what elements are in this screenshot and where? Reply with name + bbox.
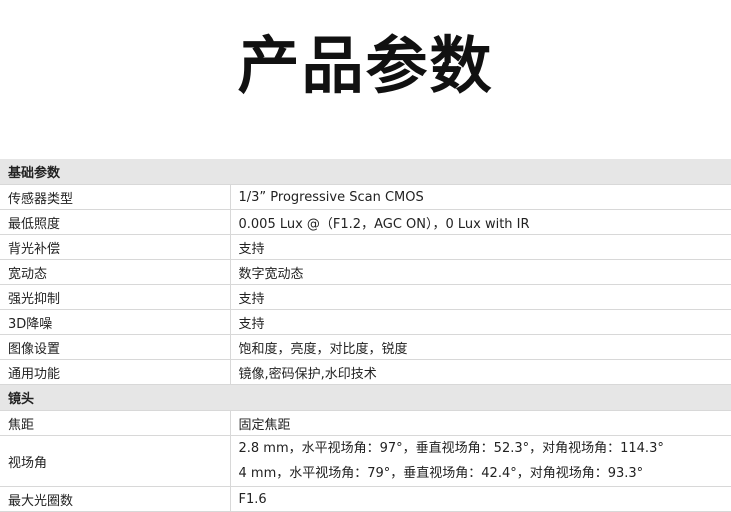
row-label: 焦距	[0, 411, 230, 436]
row-value: 支持	[230, 310, 731, 335]
fov-line-2-8mm: 2.8 mm，水平视场角：97°，垂直视场角：52.3°，对角视场角：114.3…	[239, 436, 731, 461]
row-label: 图像设置	[0, 335, 230, 360]
table-row: 宽动态 数字宽动态	[0, 260, 731, 285]
row-value: 镜像,密码保护,水印技术	[230, 360, 731, 385]
table-row: 焦距 固定焦距	[0, 411, 731, 436]
row-value: 数字宽动态	[230, 260, 731, 285]
row-value: 饱和度，亮度，对比度，锐度	[230, 335, 731, 360]
fov-line-4mm: 4 mm，水平视场角：79°，垂直视场角：42.4°，对角视场角：93.3°	[239, 461, 731, 486]
table-row: 强光抑制 支持	[0, 285, 731, 310]
row-value: 固定焦距	[230, 411, 731, 436]
section-title: 基础参数	[0, 159, 731, 185]
section-header-basic: 基础参数	[0, 159, 731, 185]
table-row: 最大光圈数 F1.6	[0, 487, 731, 512]
row-label: 视场角	[0, 436, 230, 487]
table-row: 背光补偿 支持	[0, 235, 731, 260]
row-label: 3D降噪	[0, 310, 230, 335]
row-label: 最大光圈数	[0, 487, 230, 512]
row-label: 通用功能	[0, 360, 230, 385]
table-row: 传感器类型 1/3” Progressive Scan CMOS	[0, 185, 731, 210]
row-value: 1/3” Progressive Scan CMOS	[230, 185, 731, 210]
table-row: 图像设置 饱和度，亮度，对比度，锐度	[0, 335, 731, 360]
table-row: 通用功能 镜像,密码保护,水印技术	[0, 360, 731, 385]
row-label: 宽动态	[0, 260, 230, 285]
table-row: 视场角 2.8 mm，水平视场角：97°，垂直视场角：52.3°，对角视场角：1…	[0, 436, 731, 487]
row-value: 0.005 Lux @（F1.2，AGC ON），0 Lux with IR	[230, 210, 731, 235]
row-value: 支持	[230, 235, 731, 260]
row-value: 支持	[230, 285, 731, 310]
table-row: 最低照度 0.005 Lux @（F1.2，AGC ON），0 Lux with…	[0, 210, 731, 235]
row-label: 传感器类型	[0, 185, 230, 210]
row-value: 2.8 mm，水平视场角：97°，垂直视场角：52.3°，对角视场角：114.3…	[230, 436, 731, 487]
row-label: 强光抑制	[0, 285, 230, 310]
spec-table: 基础参数 传感器类型 1/3” Progressive Scan CMOS 最低…	[0, 159, 731, 512]
section-title: 镜头	[0, 385, 731, 411]
row-label: 最低照度	[0, 210, 230, 235]
page-title: 产品参数	[0, 28, 731, 104]
row-value: F1.6	[230, 487, 731, 512]
section-header-lens: 镜头	[0, 385, 731, 411]
row-label: 背光补偿	[0, 235, 230, 260]
table-row: 3D降噪 支持	[0, 310, 731, 335]
